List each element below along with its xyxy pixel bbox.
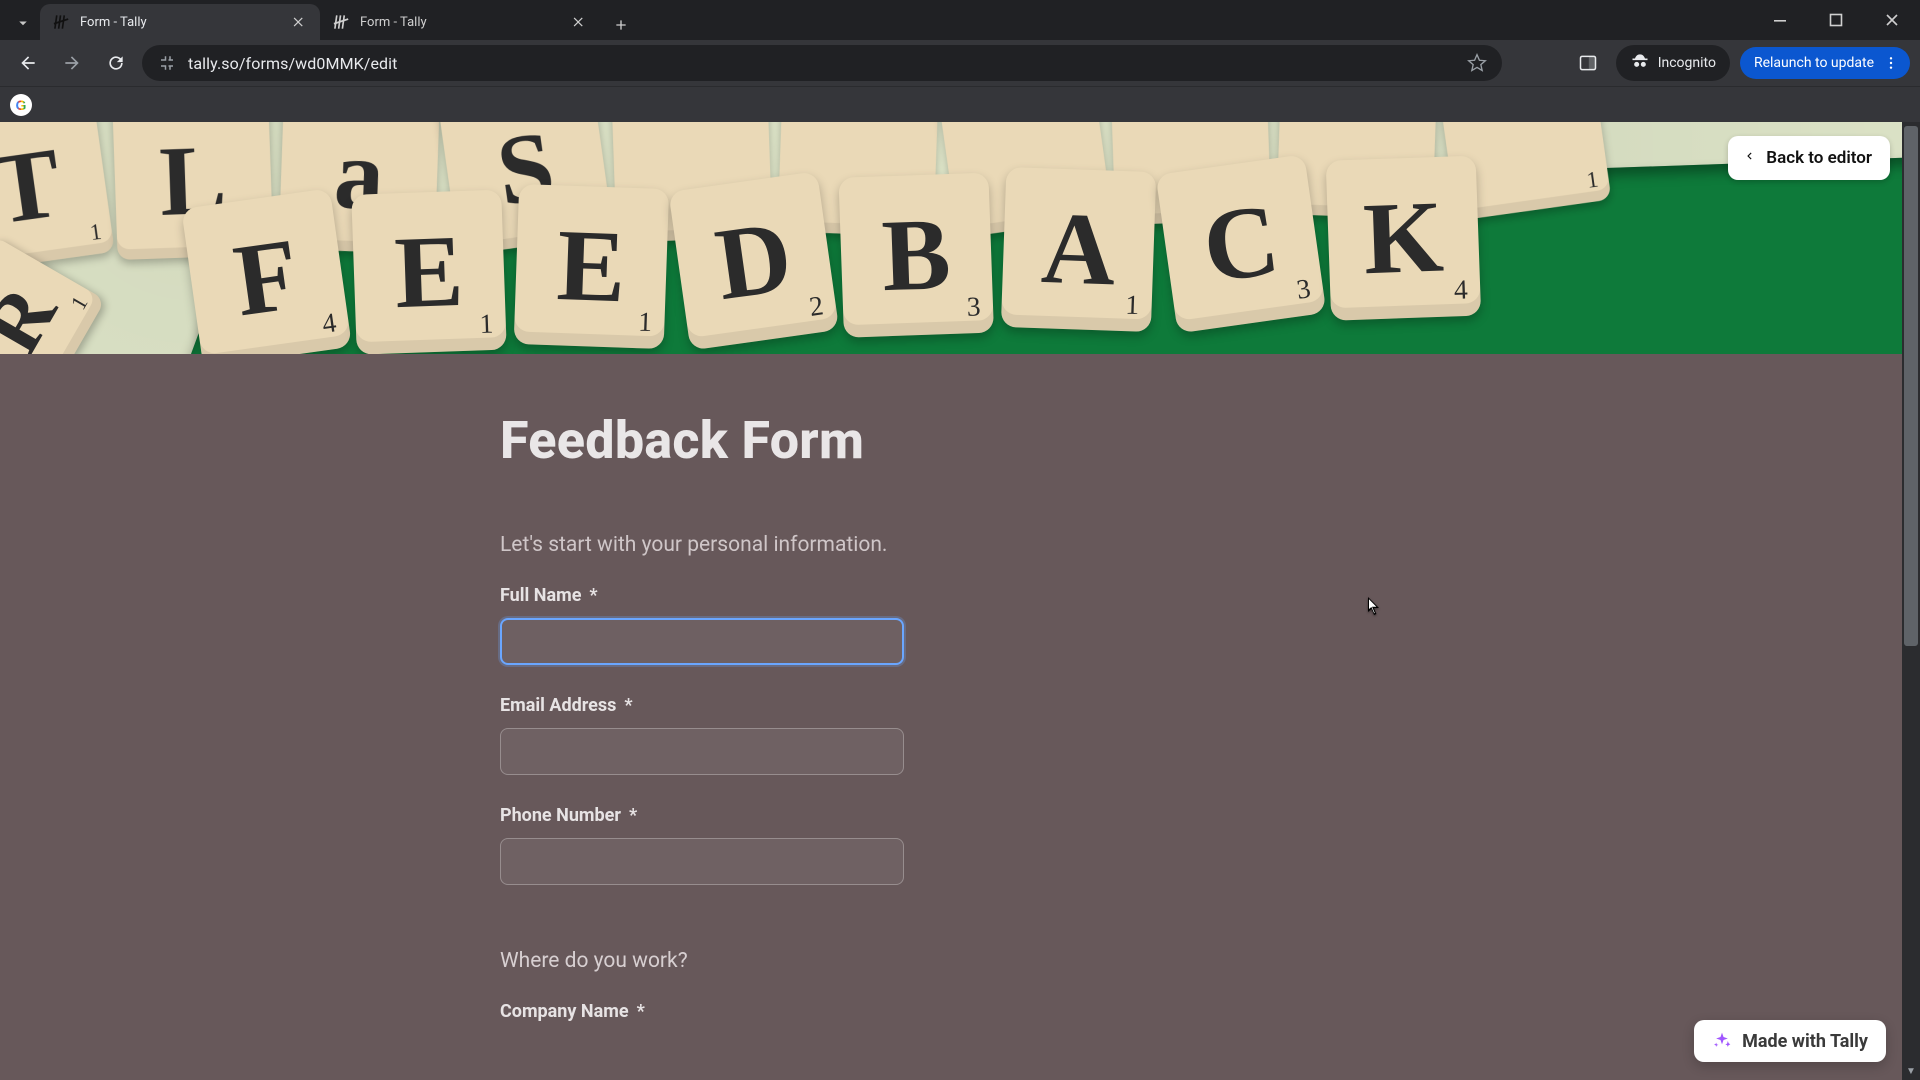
tab-strip: Form - Tally Form - Tally bbox=[0, 0, 1920, 40]
omnibox[interactable]: tally.so/forms/wd0MMK/edit bbox=[142, 45, 1502, 81]
form-title: Feedback Form bbox=[500, 410, 1370, 471]
phone-label: Phone Number bbox=[500, 805, 621, 826]
section-work-question: Where do you work? bbox=[500, 949, 1370, 973]
company-label: Company Name bbox=[500, 1001, 629, 1022]
scrabble-tile: D2 bbox=[668, 171, 839, 350]
window-minimize-icon[interactable] bbox=[1752, 0, 1808, 40]
site-settings-icon[interactable] bbox=[156, 52, 178, 74]
field-full-name: Full Name * bbox=[500, 585, 1370, 665]
relaunch-chip[interactable]: Relaunch to update bbox=[1740, 47, 1910, 79]
cover-image: T1L1a8S3111111 F4E1E1D2B3A1C3K4 R1 bbox=[0, 122, 1920, 354]
form-area: Feedback Form Let's start with your pers… bbox=[0, 354, 1902, 1080]
email-label: Email Address bbox=[500, 695, 616, 716]
email-input[interactable] bbox=[500, 728, 904, 775]
kebab-menu-icon[interactable] bbox=[1882, 54, 1900, 72]
relaunch-label: Relaunch to update bbox=[1754, 55, 1874, 71]
tab-title: Form - Tally bbox=[360, 15, 560, 30]
made-with-tally-chip[interactable]: Made with Tally bbox=[1694, 1020, 1886, 1062]
incognito-chip[interactable]: Incognito bbox=[1616, 45, 1730, 81]
scrabble-tile: C3 bbox=[1156, 154, 1327, 333]
tab-close-icon[interactable] bbox=[290, 13, 308, 31]
back-to-editor-label: Back to editor bbox=[1766, 148, 1872, 168]
full-name-input[interactable] bbox=[500, 618, 904, 665]
toolbar: tally.so/forms/wd0MMK/edit Incognito Rel… bbox=[0, 40, 1920, 86]
tally-favicon-icon bbox=[332, 13, 350, 31]
vertical-scrollbar[interactable]: ▼ bbox=[1902, 122, 1920, 1080]
tab-close-icon[interactable] bbox=[570, 13, 588, 31]
scrabble-tile: F4 bbox=[181, 188, 352, 354]
field-email: Email Address * bbox=[500, 695, 1370, 775]
incognito-icon bbox=[1630, 51, 1650, 75]
field-company: Company Name * bbox=[500, 1001, 1370, 1022]
made-with-tally-label: Made with Tally bbox=[1742, 1031, 1868, 1052]
browser-chrome: Form - Tally Form - Tally bbox=[0, 0, 1920, 122]
scrabble-tile: B3 bbox=[838, 173, 993, 338]
required-asterisk: * bbox=[629, 807, 637, 825]
side-panel-icon[interactable] bbox=[1570, 45, 1606, 81]
required-asterisk: * bbox=[589, 587, 597, 605]
window-maximize-icon[interactable] bbox=[1808, 0, 1864, 40]
nav-reload-icon[interactable] bbox=[98, 45, 134, 81]
intro-text: Let's start with your personal informati… bbox=[500, 533, 1370, 557]
nav-back-icon[interactable] bbox=[10, 45, 46, 81]
tab-title: Form - Tally bbox=[80, 15, 280, 30]
incognito-label: Incognito bbox=[1658, 55, 1716, 71]
tab-inactive[interactable]: Form - Tally bbox=[320, 4, 600, 40]
required-asterisk: * bbox=[637, 1003, 645, 1021]
window-controls bbox=[1752, 0, 1920, 40]
url-text: tally.so/forms/wd0MMK/edit bbox=[188, 54, 398, 73]
scrollbar-thumb[interactable] bbox=[1904, 126, 1918, 646]
bookmark-google-icon[interactable]: G bbox=[10, 94, 32, 116]
chevron-left-icon bbox=[1742, 148, 1756, 168]
bookmarks-bar: G bbox=[0, 86, 1920, 122]
tablist-dropdown-icon[interactable] bbox=[6, 6, 40, 40]
full-name-label: Full Name bbox=[500, 585, 581, 606]
bookmark-star-icon[interactable] bbox=[1466, 52, 1488, 74]
scrabble-tile: A1 bbox=[1001, 167, 1156, 332]
sparkle-icon bbox=[1712, 1031, 1732, 1051]
scroll-down-icon[interactable]: ▼ bbox=[1902, 1062, 1920, 1080]
tab-active[interactable]: Form - Tally bbox=[40, 4, 320, 40]
scrabble-tile: K4 bbox=[1326, 156, 1481, 321]
page-viewport: T1L1a8S3111111 F4E1E1D2B3A1C3K4 R1 Back … bbox=[0, 122, 1920, 1080]
field-phone: Phone Number * bbox=[500, 805, 1370, 885]
scrabble-tile: E1 bbox=[351, 190, 506, 354]
scrabble-tile: E1 bbox=[514, 184, 669, 349]
back-to-editor-button[interactable]: Back to editor bbox=[1728, 136, 1890, 180]
nav-forward-icon[interactable] bbox=[54, 45, 90, 81]
phone-input[interactable] bbox=[500, 838, 904, 885]
required-asterisk: * bbox=[624, 697, 632, 715]
window-close-icon[interactable] bbox=[1864, 0, 1920, 40]
tally-favicon-icon bbox=[52, 13, 70, 31]
new-tab-button[interactable] bbox=[606, 10, 636, 40]
